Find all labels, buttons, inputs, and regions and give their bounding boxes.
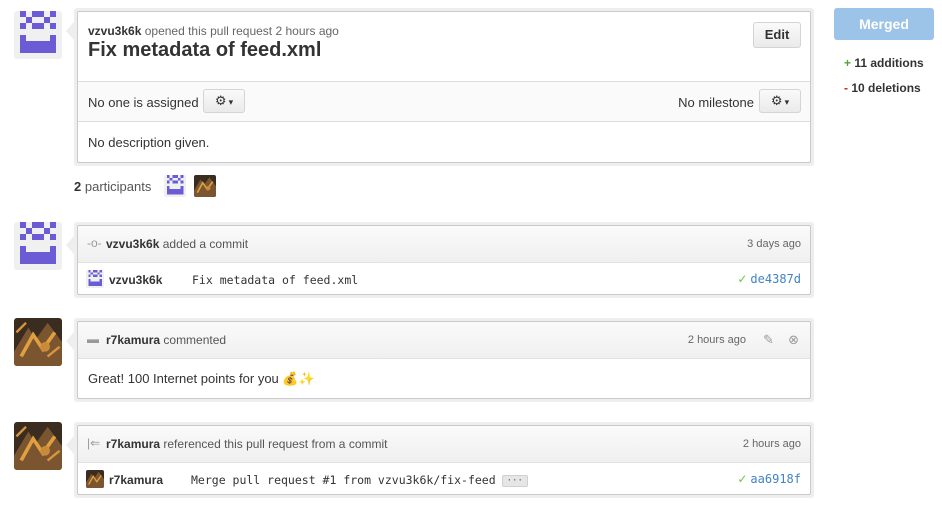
comment-icon: ▬ bbox=[87, 332, 99, 346]
reference-event-box: |⇐ r7kamura referenced this pull request… bbox=[66, 422, 814, 498]
commit-event-time[interactable]: 3 days ago bbox=[747, 238, 801, 250]
comment-action: commented bbox=[163, 333, 227, 347]
deletions-sign: - bbox=[844, 81, 848, 95]
reference-event-time[interactable]: 2 hours ago bbox=[743, 438, 801, 450]
box-pointer bbox=[66, 436, 74, 454]
gear-icon: ⚙ bbox=[770, 93, 783, 108]
commit-message-link[interactable]: Fix metadata of feed.xml bbox=[192, 273, 358, 287]
box-pointer bbox=[66, 22, 74, 40]
comment-time[interactable]: 2 hours ago bbox=[688, 334, 746, 346]
page-title: Fix metadata of feed.xml bbox=[88, 39, 322, 61]
divider bbox=[78, 121, 810, 122]
reference-sha: aa6918f bbox=[750, 472, 801, 486]
assignee-milestone-row: No one is assigned ⚙ ▾ No milestone ⚙ ▾ bbox=[78, 82, 810, 121]
reference-event-text: r7kamura referenced this pull request fr… bbox=[106, 437, 387, 451]
comment-box: ▬ r7kamura commented 2 hours ago ✎ ⊗ Gre… bbox=[66, 318, 814, 402]
participants-count: 2 bbox=[74, 179, 82, 194]
commit-event-text: vzvu3k6k added a commit bbox=[106, 237, 248, 251]
commit-event-box: -o- vzvu3k6k added a commit 3 days ago v… bbox=[66, 222, 814, 298]
reference-commit-row: r7kamura Merge pull request #1 from vzvu… bbox=[78, 463, 810, 494]
reference-commit-message[interactable]: Merge pull request #1 from vzvu3k6k/fix-… bbox=[191, 473, 496, 487]
box-pointer bbox=[66, 332, 74, 350]
assignee-text: No one is assigned bbox=[88, 95, 199, 110]
reference-commit-message-wrap: Merge pull request #1 from vzvu3k6k/fix-… bbox=[191, 473, 528, 487]
author-avatar[interactable] bbox=[14, 11, 62, 59]
assignee-gear-button[interactable]: ⚙ ▾ bbox=[203, 89, 245, 113]
reference-event-user[interactable]: r7kamura bbox=[106, 437, 160, 451]
comment-content: ▬ r7kamura commented 2 hours ago ✎ ⊗ Gre… bbox=[77, 321, 811, 399]
reference-event-content: |⇐ r7kamura referenced this pull request… bbox=[77, 425, 811, 495]
chevron-down-icon: ▾ bbox=[784, 97, 790, 107]
additions-stat: + 11 additions bbox=[844, 56, 924, 70]
reference-author-mini-avatar[interactable] bbox=[86, 470, 104, 488]
commit-author-avatar[interactable] bbox=[14, 222, 62, 270]
reference-arrow-icon: |⇐ bbox=[87, 436, 101, 450]
deletions-text: 10 deletions bbox=[851, 81, 921, 95]
commit-sha-link[interactable]: ✓ de4387d bbox=[737, 272, 801, 286]
commit-author-name[interactable]: vzvu3k6k bbox=[109, 273, 162, 287]
check-icon: ✓ bbox=[737, 472, 748, 486]
moneybag-sparkles-emoji: 💰✨ bbox=[282, 371, 315, 386]
comment-message: Great! 100 Internet points for you bbox=[88, 371, 279, 386]
pull-request-box: vzvu3k6k opened this pull request 2 hour… bbox=[66, 8, 814, 166]
participants-summary: 2 participants bbox=[74, 179, 151, 194]
expand-commit-button[interactable]: ··· bbox=[501, 474, 528, 487]
comment-header-text: r7kamura commented bbox=[106, 333, 226, 347]
participant-avatar-vzvu3k6k[interactable] bbox=[164, 175, 186, 197]
pr-description: No description given. bbox=[88, 135, 210, 150]
additions-sign: + bbox=[844, 56, 852, 70]
commit-event-action: added a commit bbox=[162, 237, 249, 251]
referencer-avatar[interactable] bbox=[14, 422, 62, 470]
reference-event-header: |⇐ r7kamura referenced this pull request… bbox=[78, 426, 810, 463]
reference-sha-link[interactable]: ✓ aa6918f bbox=[737, 472, 801, 486]
commit-author-mini-avatar[interactable] bbox=[86, 270, 104, 288]
commit-event-user[interactable]: vzvu3k6k bbox=[106, 237, 159, 251]
comment-body: Great! 100 Internet points for you 💰✨ bbox=[78, 359, 810, 398]
commit-row: vzvu3k6k Fix metadata of feed.xml ✓ de438… bbox=[78, 263, 810, 294]
comment-user[interactable]: r7kamura bbox=[106, 333, 160, 347]
pencil-icon[interactable]: ✎ bbox=[763, 332, 774, 348]
merged-status-badge: Merged bbox=[834, 8, 934, 40]
gear-icon: ⚙ bbox=[214, 93, 227, 108]
commit-event-content: -o- vzvu3k6k added a commit 3 days ago v… bbox=[77, 225, 811, 295]
milestone-gear-button[interactable]: ⚙ ▾ bbox=[759, 89, 801, 113]
commenter-avatar[interactable] bbox=[14, 318, 62, 366]
delete-icon[interactable]: ⊗ bbox=[788, 332, 799, 348]
reference-event-action: referenced this pull request from a comm… bbox=[163, 437, 388, 451]
additions-text: 11 additions bbox=[854, 56, 924, 70]
pr-author-link[interactable]: vzvu3k6k bbox=[88, 24, 141, 38]
pull-request-content: vzvu3k6k opened this pull request 2 hour… bbox=[77, 11, 811, 163]
deletions-stat: - 10 deletions bbox=[844, 81, 921, 95]
milestone-text: No milestone bbox=[678, 95, 754, 110]
participant-avatar-r7kamura[interactable] bbox=[194, 175, 216, 197]
comment-text: Great! 100 Internet points for you 💰✨ bbox=[88, 371, 315, 387]
check-icon: ✓ bbox=[737, 272, 748, 286]
participants-label: participants bbox=[84, 179, 152, 194]
box-pointer bbox=[66, 236, 74, 254]
chevron-down-icon: ▾ bbox=[228, 97, 234, 107]
edit-button[interactable]: Edit bbox=[753, 22, 801, 48]
comment-header: ▬ r7kamura commented 2 hours ago ✎ ⊗ bbox=[78, 322, 810, 359]
commit-icon: -o- bbox=[87, 236, 102, 250]
reference-commit-author[interactable]: r7kamura bbox=[109, 473, 163, 487]
pr-opened-text: opened this pull request 2 hours ago bbox=[144, 24, 339, 38]
commit-sha: de4387d bbox=[750, 272, 801, 286]
commit-event-header: -o- vzvu3k6k added a commit 3 days ago bbox=[78, 226, 810, 263]
pr-meta: vzvu3k6k opened this pull request 2 hour… bbox=[88, 24, 339, 38]
